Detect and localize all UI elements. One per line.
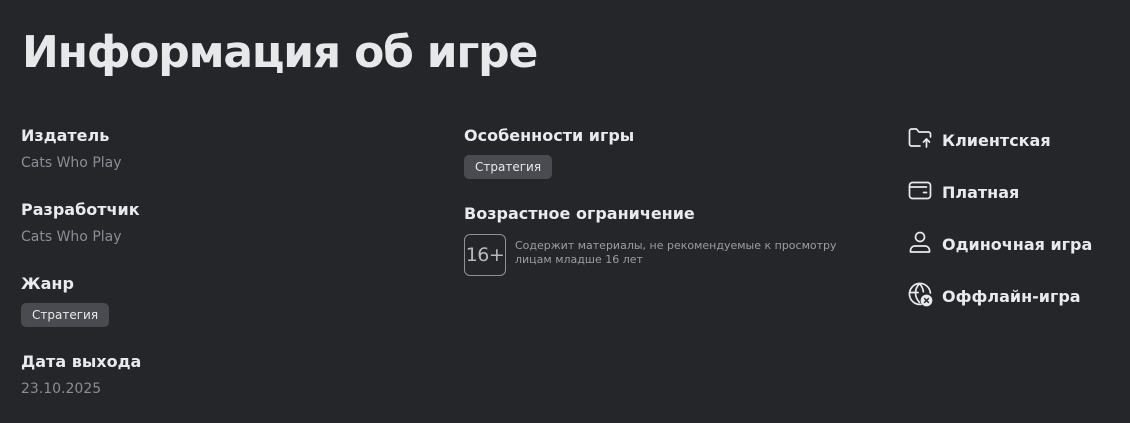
genre-label: Жанр [21,274,74,293]
age-rating-row: 16+ Содержит материалы, не рекомендуемые… [464,234,875,276]
release-date-label: Дата выхода [21,352,142,371]
folder-upload-icon [907,125,933,155]
developer-value: Cats Who Play [21,229,122,245]
attribute-single-player-label: Одиночная игра [942,234,1093,254]
publisher-field: Издатель Cats Who Play [21,126,122,173]
publisher-label: Издатель [21,126,110,145]
wallet-icon [907,177,933,207]
game-features-field: Особенности игры Стратегия [464,126,634,179]
attribute-paid-label: Платная [942,182,1020,202]
attribute-client: Клиентская [907,125,1051,155]
attribute-single-player: Одиночная игра [907,229,1092,259]
page-title: Информация об игре [22,27,538,78]
globe-offline-icon [907,281,933,311]
developer-label: Разработчик [21,200,140,219]
game-features-tag[interactable]: Стратегия [464,155,553,179]
publisher-value: Cats Who Play [21,155,122,171]
attribute-client-label: Клиентская [942,130,1051,150]
genre-tag[interactable]: Стратегия [21,303,110,327]
age-rating-description: Содержит материалы, не рекомендуемые к п… [515,239,837,266]
attribute-offline-label: Оффлайн-игра [942,286,1081,306]
age-rating-field: Возрастное ограничение 16+ Содержит мате… [464,204,875,276]
game-features-label: Особенности игры [464,126,635,145]
release-date-field: Дата выхода 23.10.2025 [21,352,141,399]
developer-field: Разработчик Cats Who Play [21,200,140,247]
attribute-offline: Оффлайн-игра [907,281,1081,311]
person-icon [907,229,933,259]
age-rating-badge: 16+ [464,234,506,276]
release-date-value: 23.10.2025 [21,381,102,397]
age-rating-label: Возрастное ограничение [464,204,695,223]
genre-field: Жанр Стратегия [21,274,110,327]
attribute-paid: Платная [907,177,1019,207]
